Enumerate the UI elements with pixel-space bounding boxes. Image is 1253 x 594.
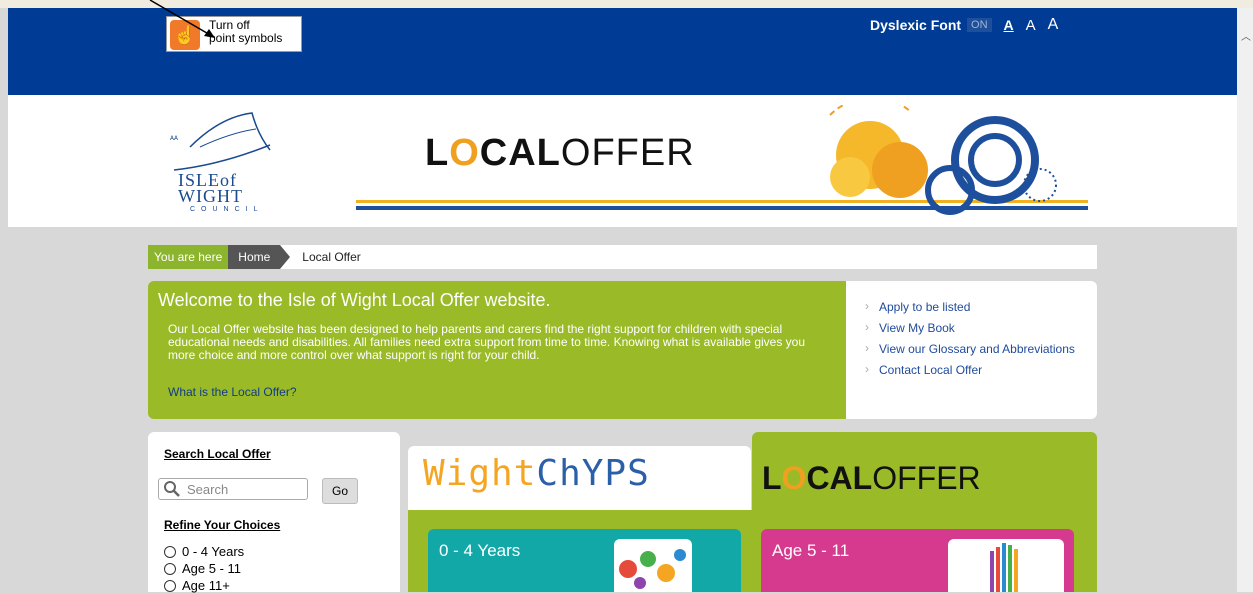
local-offer-title: LOCALOFFER <box>425 132 695 175</box>
tab-letter-l: L <box>762 460 782 496</box>
title-offer: OFFER <box>560 132 695 174</box>
annotation-arrow-icon <box>149 0 215 38</box>
quick-link-glossary[interactable]: View our Glossary and Abbreviations <box>865 342 1075 356</box>
age-option-label: 0 - 4 Years <box>182 544 245 559</box>
svg-text:ᴀᴀ: ᴀᴀ <box>170 133 178 142</box>
search-title: Search Local Offer <box>164 447 271 461</box>
quick-link-contact[interactable]: Contact Local Offer <box>865 363 1075 377</box>
welcome-panel: Welcome to the Isle of Wight Local Offer… <box>148 281 846 419</box>
dyslexic-font-toggle[interactable]: ON <box>967 18 992 32</box>
welcome-heading: Welcome to the Isle of Wight Local Offer… <box>158 290 551 310</box>
tab-cal: CAL <box>806 460 873 496</box>
age-option-0-4[interactable]: 0 - 4 Years <box>164 543 244 560</box>
quick-link-apply[interactable]: Apply to be listed <box>865 300 1075 314</box>
radio-circle-icon[interactable] <box>164 545 176 558</box>
wight-w: W <box>423 453 446 494</box>
search-placeholder: Search <box>187 481 229 497</box>
radio-circle-icon[interactable] <box>164 579 176 592</box>
wight-chyps: ChYPS <box>536 453 650 494</box>
council-label: COUNCIL <box>190 206 264 213</box>
breadcrumb-home-link[interactable]: Home <box>228 245 291 269</box>
title-letter-o: O <box>449 132 480 174</box>
tab-letter-o: O <box>781 460 807 496</box>
radio-circle-icon[interactable] <box>164 562 176 575</box>
welcome-body: Our Local Offer website has been designe… <box>168 322 806 362</box>
quick-link-my-book[interactable]: View My Book <box>865 321 1075 335</box>
handprints-image <box>614 539 692 592</box>
quick-links-panel: Apply to be listed View My Book View our… <box>846 281 1097 419</box>
council-name: ISLEof WIGHT <box>178 171 243 206</box>
text-size-large-button[interactable]: A <box>1048 16 1059 34</box>
refine-title: Refine Your Choices <box>164 518 281 532</box>
search-panel: Search Local Offer Search Go Refine Your… <box>148 432 400 594</box>
vertical-scrollbar[interactable] <box>1237 8 1253 592</box>
pencils-image <box>948 539 1064 592</box>
breadcrumb-you-are-here: You are here <box>148 245 229 269</box>
age-option-label: Age 11+ <box>182 578 230 593</box>
breadcrumb: You are here Home Local Offer <box>148 245 1097 269</box>
tile-0-4-years[interactable]: 0 - 4 Years <box>428 529 741 592</box>
age-option-label: Age 5 - 11 <box>182 561 242 576</box>
text-size-small-button[interactable]: A <box>1004 17 1014 33</box>
wight-ight: ight <box>445 453 537 494</box>
breadcrumb-current: Local Offer <box>302 250 361 264</box>
title-cal: CAL <box>479 132 561 174</box>
tile-label: 0 - 4 Years <box>439 541 521 560</box>
decorative-circles-icon <box>829 105 1057 215</box>
dyslexic-font-label: Dyslexic Font <box>870 17 962 33</box>
age-option-5-11[interactable]: Age 5 - 11 <box>164 560 244 577</box>
tab-offer: OFFER <box>872 460 981 496</box>
tile-age-5-11[interactable]: Age 5 - 11 <box>761 529 1074 592</box>
age-radio-group: 0 - 4 Years Age 5 - 11 Age 11+ <box>164 543 244 594</box>
search-go-button[interactable]: Go <box>322 478 358 504</box>
tile-label: Age 5 - 11 <box>772 541 850 560</box>
title-letter-l: L <box>425 132 450 174</box>
wightchyps-logo[interactable]: WightChYPS <box>423 453 650 494</box>
search-icon <box>164 481 180 497</box>
council-name-line-2: WIGHT <box>178 186 243 206</box>
scroll-up-arrow-icon[interactable]: ︿ <box>1241 28 1251 43</box>
text-size-medium-button[interactable]: A <box>1026 17 1036 34</box>
search-input[interactable]: Search <box>158 478 308 500</box>
accessibility-controls: Dyslexic Font ON A A A <box>870 16 1058 34</box>
what-is-local-offer-link[interactable]: What is the Local Offer? <box>168 385 297 399</box>
age-option-11-plus[interactable]: Age 11+ <box>164 577 244 594</box>
local-offer-tab-title[interactable]: LOCALOFFER <box>762 460 981 497</box>
